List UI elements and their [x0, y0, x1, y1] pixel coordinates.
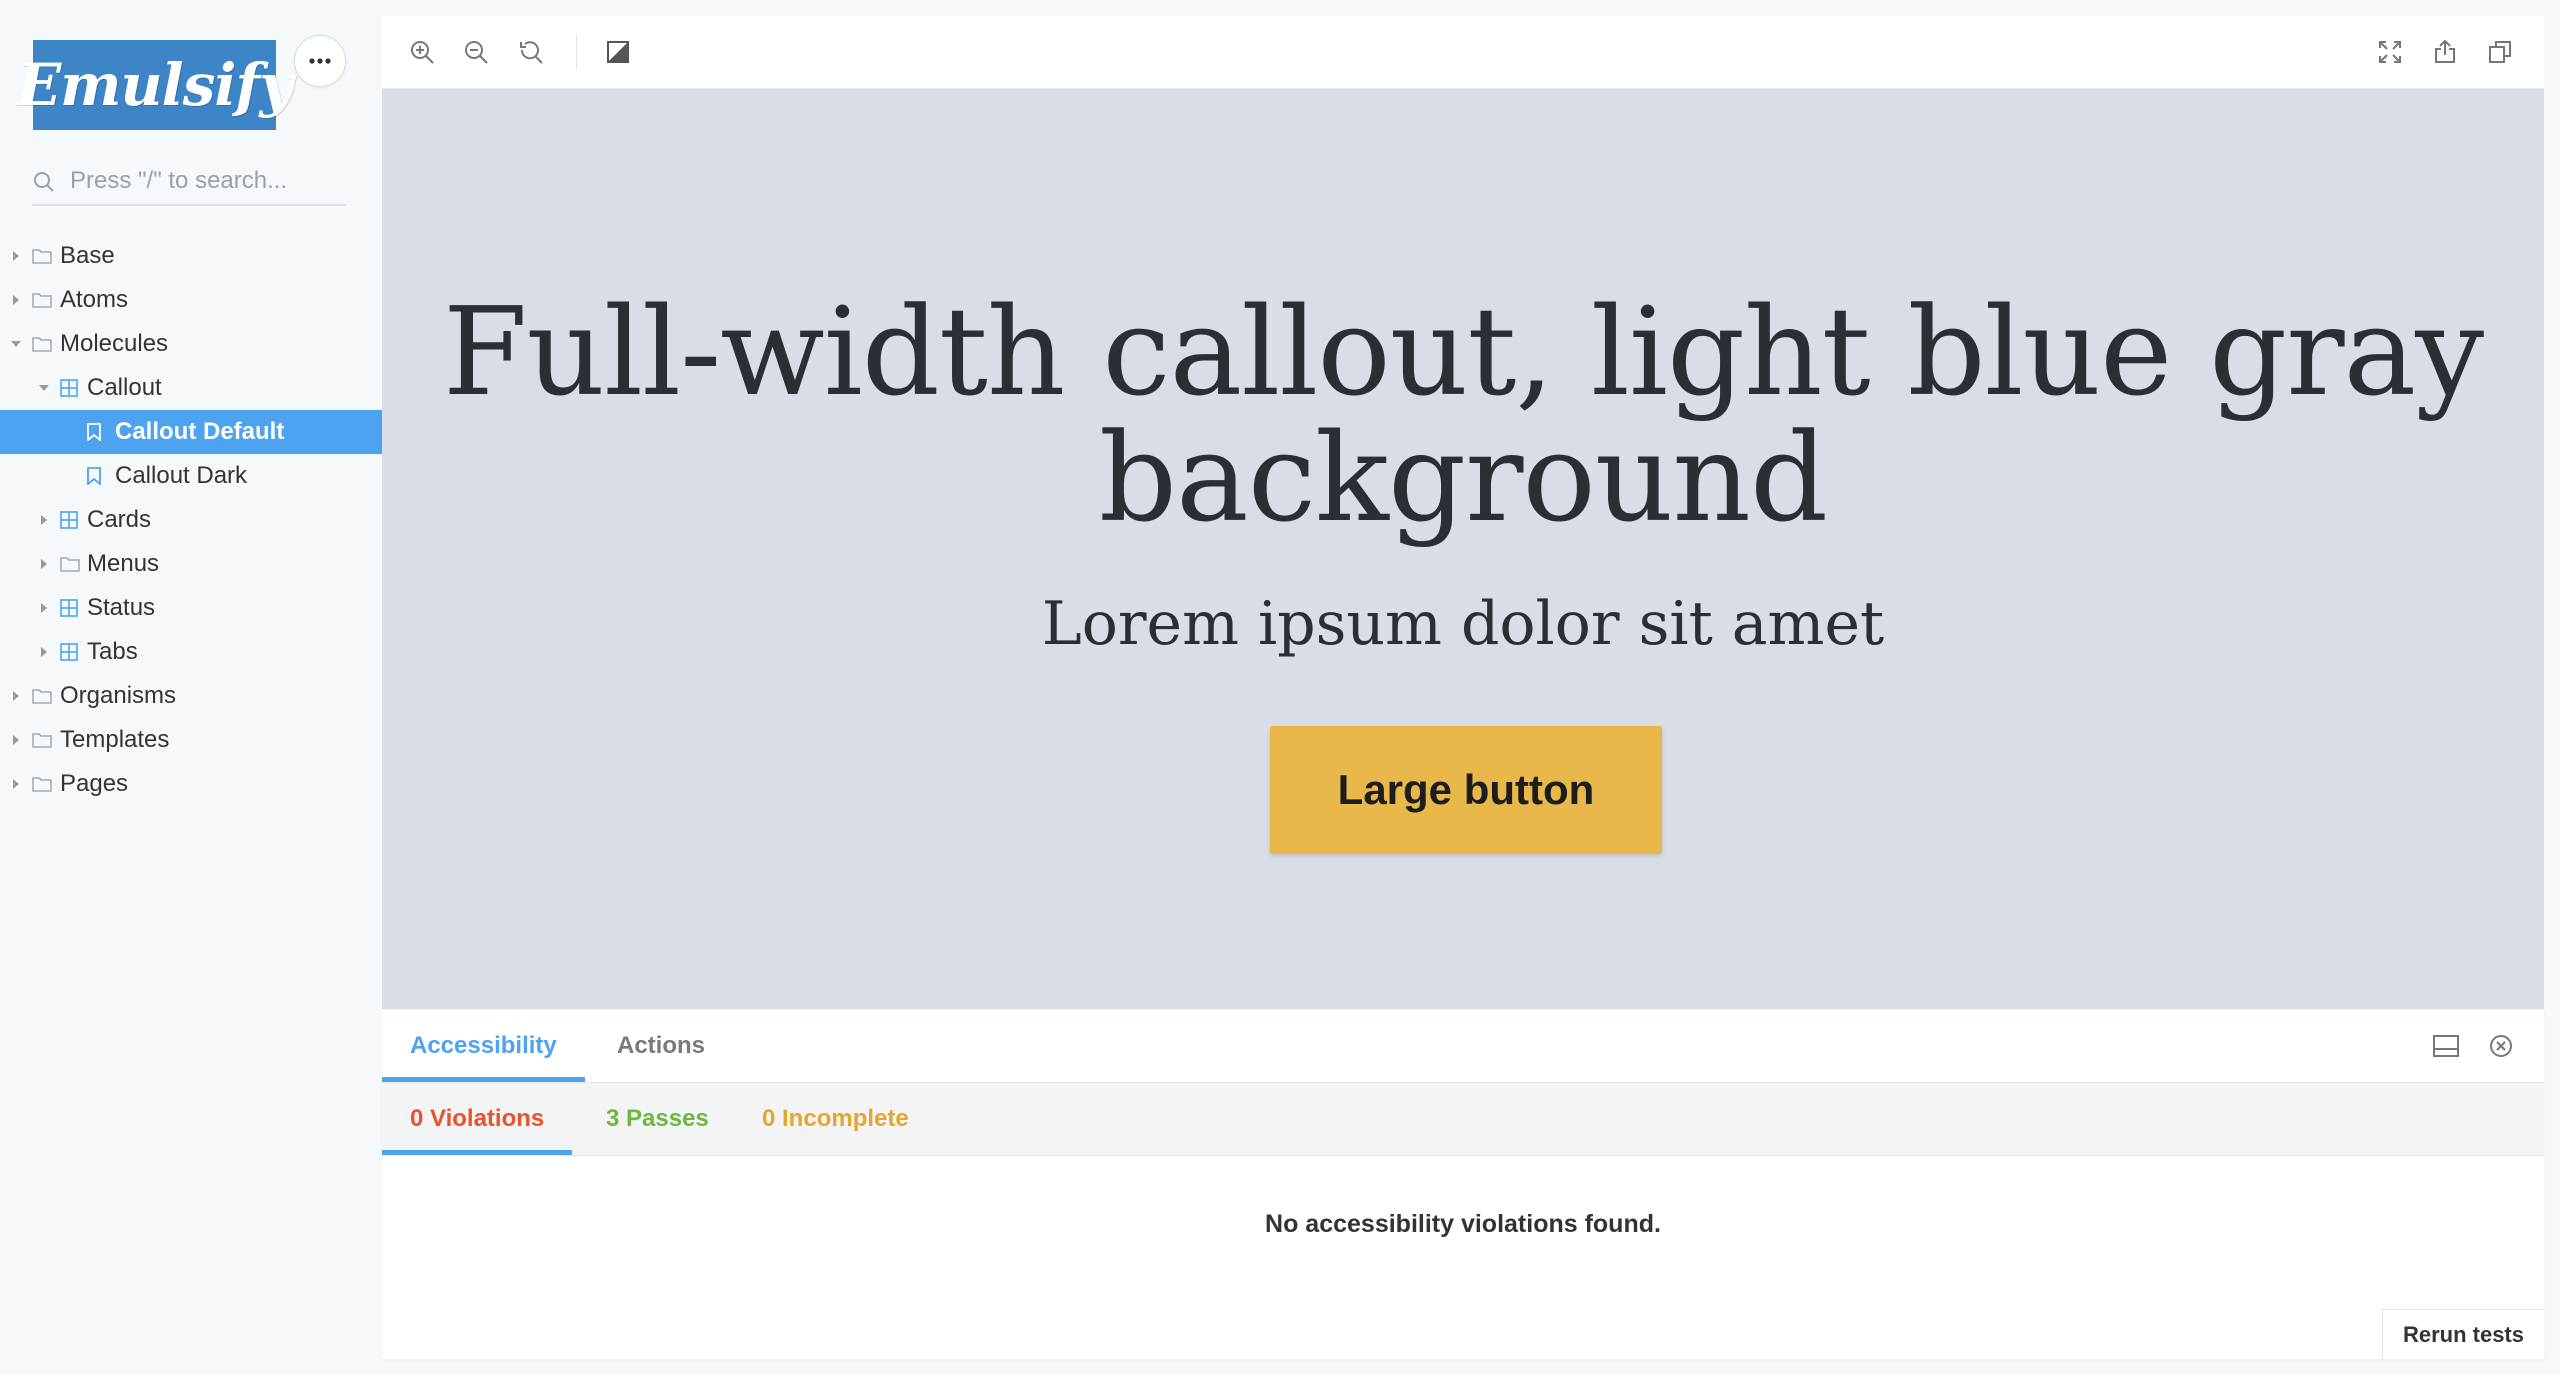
callout-title: Full-width callout, light blue gray back… [442, 281, 2484, 549]
tree-item-label: Status [87, 594, 156, 621]
search-icon [34, 172, 54, 192]
callout-subtitle: Lorem ipsum dolor sit amet [1041, 589, 1885, 659]
component-icon [60, 366, 78, 410]
chevron-right-icon [10, 762, 22, 806]
panel-orientation-icon[interactable] [2430, 1030, 2462, 1062]
folder-icon [32, 278, 52, 322]
tree-item-callout-dark[interactable]: Callout Dark [0, 454, 382, 498]
chevron-down-icon [38, 366, 50, 410]
copy-link-icon[interactable] [2484, 36, 2516, 68]
fullscreen-icon[interactable] [2374, 36, 2406, 68]
tree-item-callout-default[interactable]: Callout Default [0, 410, 382, 454]
folder-icon [32, 674, 52, 718]
tree-item-label: Molecules [60, 330, 169, 357]
tree-item-status[interactable]: Status [0, 586, 382, 630]
component-icon [60, 586, 78, 630]
zoom-in-icon[interactable] [406, 36, 438, 68]
no-violations-message: No accessibility violations found. [1265, 1210, 1661, 1238]
tree-item-cards[interactable]: Cards [0, 498, 382, 542]
tree-item-base[interactable]: Base [0, 234, 382, 278]
tree-item-templates[interactable]: Templates [0, 718, 382, 762]
search-input[interactable] [68, 162, 342, 200]
tree-item-label: Templates [60, 726, 170, 753]
tab-accessibility[interactable]: Accessibility [382, 1010, 585, 1082]
background-contrast-icon[interactable] [602, 36, 634, 68]
tree-item-tabs[interactable]: Tabs [0, 630, 382, 674]
tree-item-label: Callout Dark [115, 462, 248, 489]
tree-item-label: Atoms [60, 286, 129, 313]
folder-icon [32, 718, 52, 762]
tree-item-atoms[interactable]: Atoms [0, 278, 382, 322]
addons-panel: Accessibility Actions 0 Violations 3 Pas… [382, 1010, 2544, 1359]
chevron-right-icon [10, 278, 22, 322]
tree-item-label: Cards [87, 506, 152, 533]
tree-item-organisms[interactable]: Organisms [0, 674, 382, 718]
tree-item-label: Organisms [60, 682, 177, 709]
tree-item-callout[interactable]: Callout [0, 366, 382, 410]
story-tree: Base Atoms Molecules Callout Callout Def… [0, 234, 382, 806]
folder-icon [60, 542, 80, 586]
chevron-right-icon [38, 542, 50, 586]
toolbar-divider [576, 34, 577, 70]
ellipsis-icon [309, 58, 331, 64]
tab-actions[interactable]: Actions [589, 1010, 733, 1082]
tree-item-label: Callout Default [115, 418, 285, 445]
large-button[interactable]: Large button [1270, 726, 1662, 854]
emulsify-logo[interactable]: Emulsify [17, 40, 293, 130]
zoom-reset-icon[interactable] [515, 36, 547, 68]
tree-item-label: Base [60, 242, 115, 269]
chevron-right-icon [38, 498, 50, 542]
bookmark-icon [87, 410, 101, 454]
tree-item-label: Pages [60, 770, 129, 797]
story-preview: Full-width callout, light blue gray back… [382, 89, 2544, 1009]
component-icon [60, 630, 78, 674]
chevron-right-icon [10, 234, 22, 278]
folder-icon [32, 322, 52, 366]
search-box [32, 162, 346, 206]
rerun-tests-button[interactable]: Rerun tests [2381, 1309, 2544, 1359]
chevron-right-icon [38, 630, 50, 674]
tree-item-pages[interactable]: Pages [0, 762, 382, 806]
zoom-out-icon[interactable] [460, 36, 492, 68]
a11y-result-tabs: 0 Violations 3 Passes 0 Incomplete [382, 1083, 2544, 1156]
tree-item-molecules[interactable]: Molecules [0, 322, 382, 366]
tab-passes[interactable]: 3 Passes [578, 1083, 737, 1155]
sidebar: Emulsify Base Atoms Molecules [0, 0, 382, 1375]
tree-item-label: Menus [87, 550, 160, 577]
bookmark-icon [87, 454, 101, 498]
sidebar-menu-button[interactable] [294, 35, 346, 87]
folder-icon [32, 762, 52, 806]
chevron-right-icon [10, 718, 22, 762]
chevron-right-icon [10, 674, 22, 718]
tree-item-menus[interactable]: Menus [0, 542, 382, 586]
tab-incomplete[interactable]: 0 Incomplete [734, 1083, 937, 1155]
chevron-down-icon [10, 322, 22, 366]
share-icon[interactable] [2429, 36, 2461, 68]
tree-item-label: Callout [87, 374, 162, 401]
component-icon [60, 498, 78, 542]
folder-icon [32, 234, 52, 278]
preview-toolbar [382, 16, 2544, 89]
tab-violations[interactable]: 0 Violations [382, 1083, 573, 1155]
panel-tab-bar: Accessibility Actions [382, 1010, 2544, 1083]
chevron-right-icon [38, 586, 50, 630]
tree-item-label: Tabs [87, 638, 138, 665]
close-panel-icon[interactable] [2485, 1030, 2517, 1062]
